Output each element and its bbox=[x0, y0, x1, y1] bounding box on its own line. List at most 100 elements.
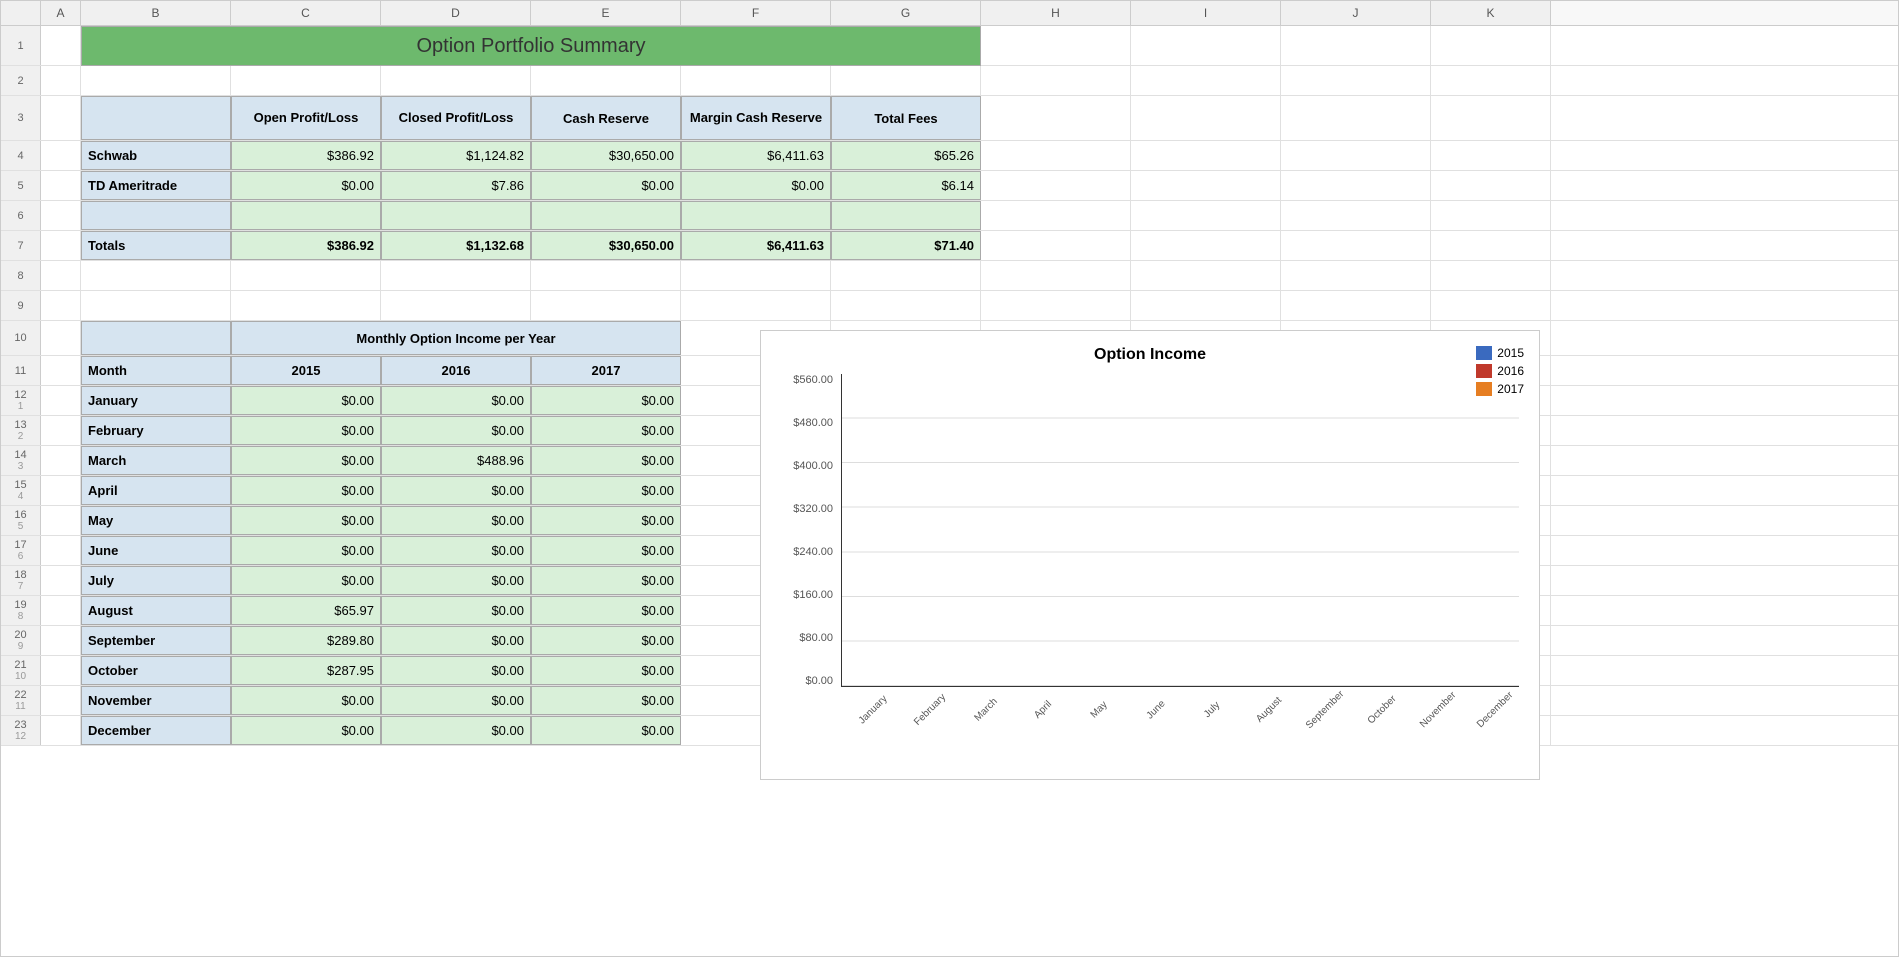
cell-4b: Schwab bbox=[81, 141, 231, 170]
cell-title: Option Portfolio Summary bbox=[81, 26, 981, 66]
rownum-3: 3 bbox=[1, 96, 41, 140]
chart-title: Option Income bbox=[781, 346, 1519, 364]
cell-4c: $386.92 bbox=[231, 141, 381, 170]
cell-8g bbox=[831, 261, 981, 290]
x-axis-label: August bbox=[1245, 686, 1293, 734]
cell-12c: $0.00 bbox=[231, 386, 381, 415]
cell-20d: $0.00 bbox=[381, 626, 531, 655]
cell-20b: September bbox=[81, 626, 231, 655]
cell-21a bbox=[41, 656, 81, 685]
rownum-2: 2 bbox=[1, 66, 41, 95]
cell-6j bbox=[1281, 201, 1431, 230]
x-axis-label: April bbox=[1019, 686, 1067, 734]
cell-11c: 2015 bbox=[231, 356, 381, 385]
cell-13b: February bbox=[81, 416, 231, 445]
y-axis-label: $240.00 bbox=[793, 546, 833, 558]
cell-5h bbox=[981, 171, 1131, 200]
cell-5k bbox=[1431, 171, 1551, 200]
cell-5g: $6.14 bbox=[831, 171, 981, 200]
cell-7b: Totals bbox=[81, 231, 231, 260]
cell-17c: $0.00 bbox=[231, 536, 381, 565]
y-axis-label: $80.00 bbox=[799, 632, 833, 644]
cell-3d: Closed Profit/Loss bbox=[381, 96, 531, 140]
rownum-8: 8 bbox=[1, 261, 41, 290]
x-axis-label: January bbox=[849, 686, 897, 734]
row-7: 7 Totals $386.92 $1,132.68 $30,650.00 $6… bbox=[1, 231, 1898, 261]
cell-9h bbox=[981, 291, 1131, 320]
cell-15d: $0.00 bbox=[381, 476, 531, 505]
cell-9i bbox=[1131, 291, 1281, 320]
cell-6f bbox=[681, 201, 831, 230]
cell-19c: $65.97 bbox=[231, 596, 381, 625]
y-axis-label: $400.00 bbox=[793, 460, 833, 472]
cell-7g: $71.40 bbox=[831, 231, 981, 260]
cell-3j bbox=[1281, 96, 1431, 140]
rownum-19: 19 8 bbox=[1, 596, 41, 625]
cell-21d: $0.00 bbox=[381, 656, 531, 685]
legend-color-2015 bbox=[1476, 346, 1492, 360]
x-axis-label: September bbox=[1301, 686, 1349, 734]
row-9: 9 bbox=[1, 291, 1898, 321]
cell-9e bbox=[531, 291, 681, 320]
cell-22e: $0.00 bbox=[531, 686, 681, 715]
cell-2b bbox=[81, 66, 231, 95]
cell-2j bbox=[1281, 66, 1431, 95]
cell-1k bbox=[1431, 26, 1551, 66]
cell-13d: $0.00 bbox=[381, 416, 531, 445]
cell-14b: March bbox=[81, 446, 231, 475]
cell-23d: $0.00 bbox=[381, 716, 531, 745]
cell-6k bbox=[1431, 201, 1551, 230]
x-axis-label: May bbox=[1075, 686, 1123, 734]
cell-5b: TD Ameritrade bbox=[81, 171, 231, 200]
rownum-23: 23 12 bbox=[1, 716, 41, 745]
cell-7h bbox=[981, 231, 1131, 260]
cell-2g bbox=[831, 66, 981, 95]
cell-15c: $0.00 bbox=[231, 476, 381, 505]
cell-6c bbox=[231, 201, 381, 230]
cell-8h bbox=[981, 261, 1131, 290]
cell-monthly-title: Monthly Option Income per Year bbox=[231, 321, 681, 355]
cell-8i bbox=[1131, 261, 1281, 290]
cell-16a bbox=[41, 506, 81, 535]
cell-9j bbox=[1281, 291, 1431, 320]
cell-16b: May bbox=[81, 506, 231, 535]
col-header-k: K bbox=[1431, 1, 1551, 25]
cell-2f bbox=[681, 66, 831, 95]
cell-19a bbox=[41, 596, 81, 625]
cell-8d bbox=[381, 261, 531, 290]
cell-16e: $0.00 bbox=[531, 506, 681, 535]
cell-18c: $0.00 bbox=[231, 566, 381, 595]
cell-3k bbox=[1431, 96, 1551, 140]
rownum-14: 14 3 bbox=[1, 446, 41, 475]
cell-17b: June bbox=[81, 536, 231, 565]
cell-10a bbox=[41, 321, 81, 355]
col-header-e: E bbox=[531, 1, 681, 25]
cell-18b: July bbox=[81, 566, 231, 595]
cell-1i bbox=[1131, 26, 1281, 66]
row-1: 1 Option Portfolio Summary bbox=[1, 26, 1898, 66]
cell-19e: $0.00 bbox=[531, 596, 681, 625]
cell-7j bbox=[1281, 231, 1431, 260]
cell-11b: Month bbox=[81, 356, 231, 385]
cell-5a bbox=[41, 171, 81, 200]
cell-16d: $0.00 bbox=[381, 506, 531, 535]
cell-6i bbox=[1131, 201, 1281, 230]
col-header-j: J bbox=[1281, 1, 1431, 25]
col-header-d: D bbox=[381, 1, 531, 25]
col-header-h: H bbox=[981, 1, 1131, 25]
col-header-i: I bbox=[1131, 1, 1281, 25]
row-5: 5 TD Ameritrade $0.00 $7.86 $0.00 $0.00 … bbox=[1, 171, 1898, 201]
rownum-4: 4 bbox=[1, 141, 41, 170]
cell-4h bbox=[981, 141, 1131, 170]
cell-6g bbox=[831, 201, 981, 230]
cell-22c: $0.00 bbox=[231, 686, 381, 715]
cell-5e: $0.00 bbox=[531, 171, 681, 200]
cell-14a bbox=[41, 446, 81, 475]
cell-20c: $289.80 bbox=[231, 626, 381, 655]
rownum-21: 21 10 bbox=[1, 656, 41, 685]
y-axis-label: $0.00 bbox=[805, 675, 833, 687]
cell-8e bbox=[531, 261, 681, 290]
cell-21b: October bbox=[81, 656, 231, 685]
cell-8b bbox=[81, 261, 231, 290]
rownum-13: 13 2 bbox=[1, 416, 41, 445]
